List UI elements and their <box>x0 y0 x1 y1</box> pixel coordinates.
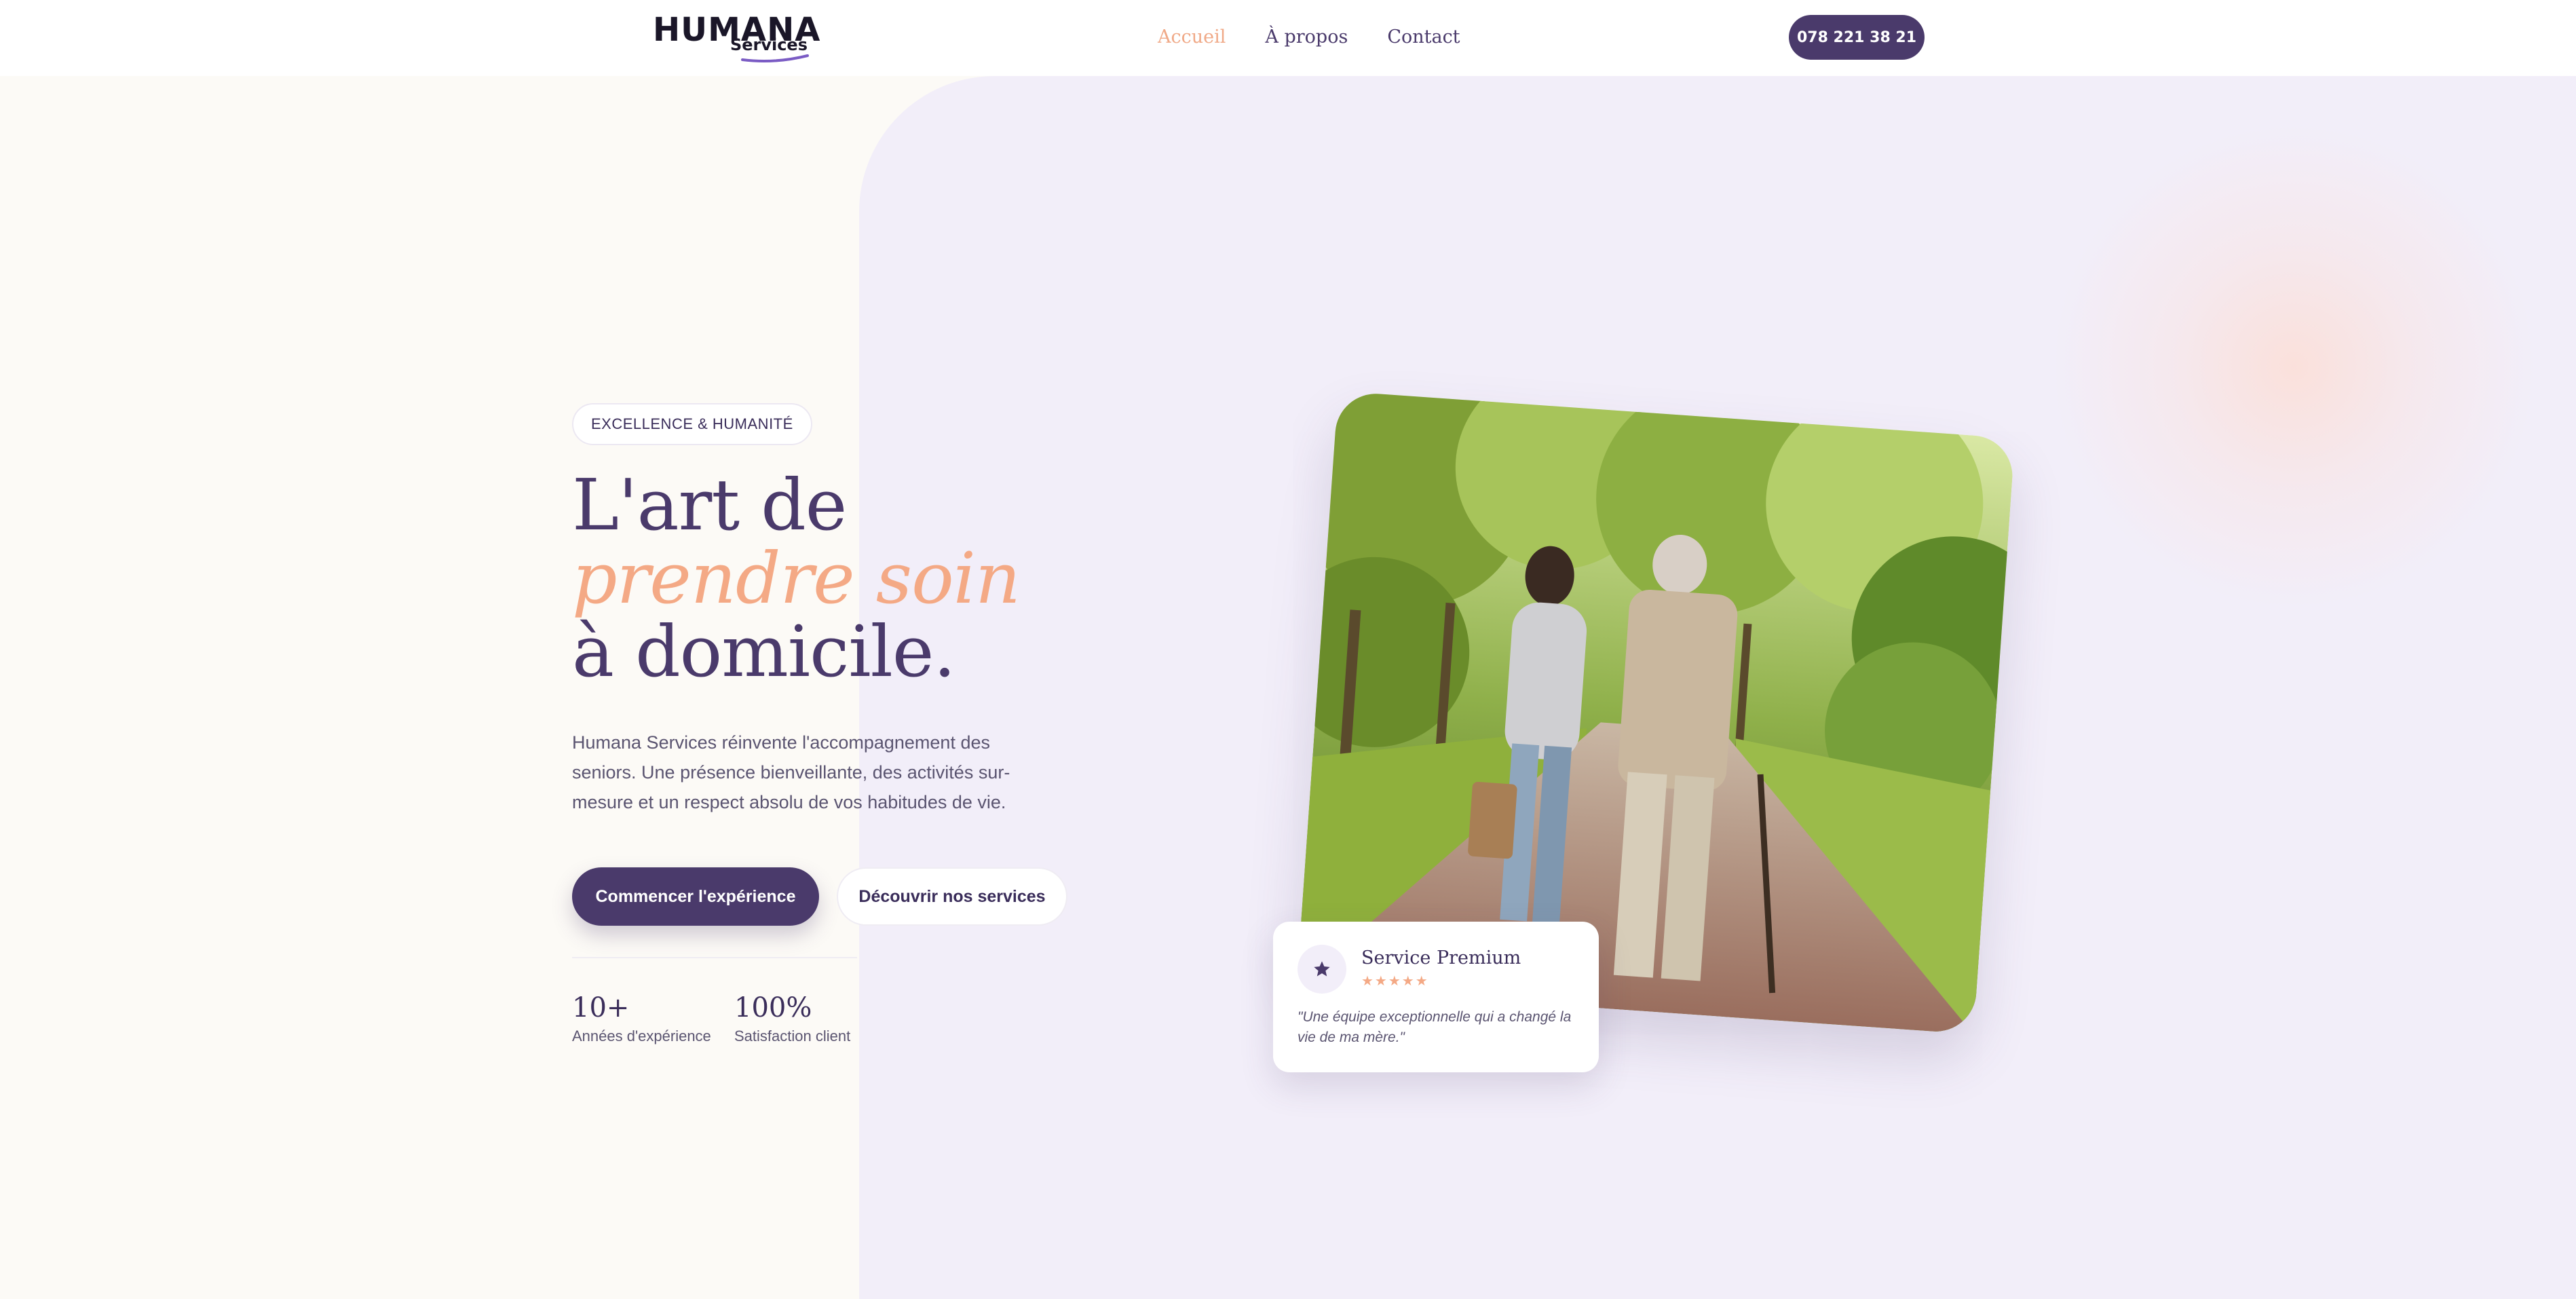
phone-button[interactable]: 078 221 38 21 <box>1789 15 1925 60</box>
logo-subtitle: Services <box>730 35 808 54</box>
logo[interactable]: HUMANA Services <box>653 14 820 62</box>
stats-divider <box>572 957 857 958</box>
rating-stars: ★★★★★ <box>1361 974 1429 989</box>
decorative-glow <box>2049 122 2538 611</box>
stat-value: 100% <box>734 992 812 1023</box>
hero-description: Humana Services réinvente l'accompagneme… <box>572 732 1010 812</box>
star-icon <box>1298 945 1346 994</box>
review-quote: "Une équipe exceptionnelle qui a changé … <box>1298 1009 1572 1045</box>
navbar: HUMANA Services Accueil À propos Contact… <box>0 0 2576 76</box>
star-icon-glyph <box>1314 961 1330 977</box>
hero-badge: EXCELLENCE & HUMANITÉ <box>572 403 812 445</box>
nav-link-a-propos[interactable]: À propos <box>1265 24 1348 50</box>
hero-title-line-1: L'art de <box>572 464 847 546</box>
stat-value: 10+ <box>572 992 630 1023</box>
hero-title-line-2-accent: prendre soin <box>572 537 1021 620</box>
hero-title: L'art de prendre soin à domicile. <box>572 464 1021 693</box>
stat-label: Satisfaction client <box>734 1028 851 1044</box>
start-experience-button[interactable]: Commencer l'expérience <box>572 867 819 926</box>
main-nav: Accueil À propos Contact <box>1158 24 1500 50</box>
review-card: Service Premium ★★★★★ "Une équipe except… <box>1273 922 1599 1072</box>
logo-swoosh-icon <box>741 54 809 62</box>
stat-label: Années d'expérience <box>572 1028 711 1044</box>
review-title: Service Premium <box>1361 947 1521 968</box>
nav-link-contact[interactable]: Contact <box>1387 24 1460 50</box>
hero-title-line-3: à domicile. <box>572 610 956 693</box>
nav-link-accueil[interactable]: Accueil <box>1158 24 1226 50</box>
stat-satisfaction: 100% Satisfaction client <box>734 991 850 1048</box>
discover-services-button[interactable]: Découvrir nos services <box>837 867 1067 926</box>
stat-experience: 10+ Années d'expérience <box>572 991 711 1048</box>
